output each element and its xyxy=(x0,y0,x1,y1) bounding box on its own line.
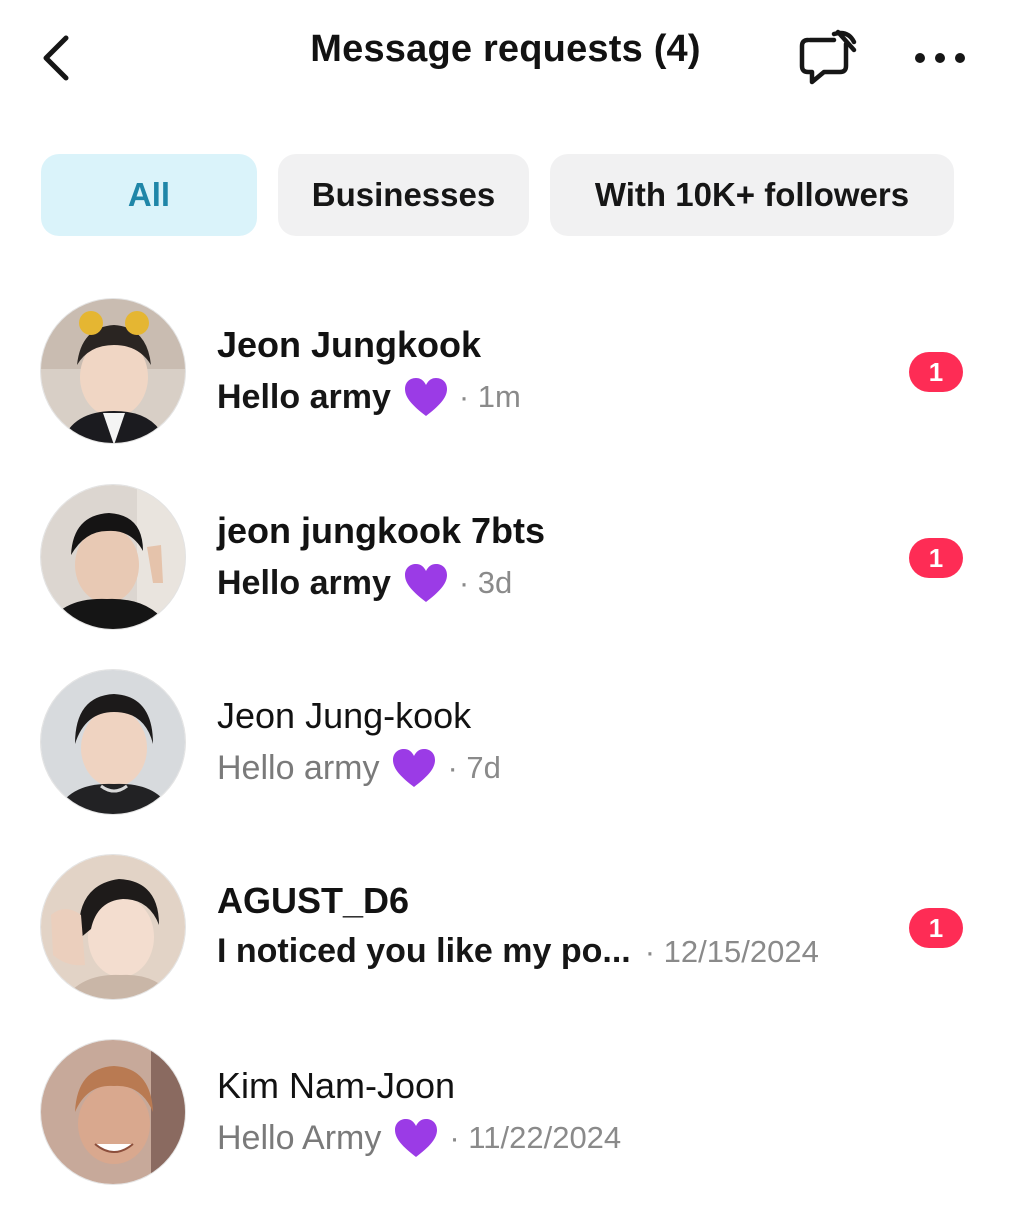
list-item[interactable]: Jeon Jung-kook Hello army · 7d xyxy=(0,669,1011,839)
purple-heart-icon xyxy=(395,1119,438,1157)
unread-badge: 1 xyxy=(909,352,963,392)
message-text: Hello army xyxy=(217,377,391,416)
list-item[interactable]: Kim Nam-Joon Hello Army · 11/22/2024 xyxy=(0,1039,1011,1209)
message-preview: Hello Army · 11/22/2024 xyxy=(217,1117,621,1159)
sender-name: Jeon Jung-kook xyxy=(217,695,472,736)
sender-name: Kim Nam-Joon xyxy=(217,1065,456,1106)
mute-requests-button[interactable] xyxy=(796,26,860,90)
timestamp: · 7d xyxy=(447,750,501,785)
avatar[interactable] xyxy=(40,484,186,630)
timestamp: · 3d xyxy=(458,565,513,600)
avatar[interactable] xyxy=(40,298,186,444)
message-preview: I noticed you like my po... · 12/15/2024 xyxy=(217,932,819,971)
purple-heart-icon xyxy=(404,564,447,602)
header: Message requests (4) xyxy=(0,0,1011,115)
chat-bubble-muted-icon xyxy=(799,29,857,85)
filter-chips: All Businesses With 10K+ followers xyxy=(0,154,1011,238)
message-text: Hello army xyxy=(217,563,391,602)
filter-chip-all[interactable]: All xyxy=(41,154,257,236)
sender-name: AGUST_D6 xyxy=(217,880,410,921)
unread-badge: 1 xyxy=(909,538,963,578)
timestamp: · 11/22/2024 xyxy=(449,1120,622,1155)
timestamp: · 12/15/2024 xyxy=(644,933,819,969)
more-horizontal-icon xyxy=(915,53,965,63)
unread-badge: 1 xyxy=(909,908,963,948)
message-text: I noticed you like my po... xyxy=(217,932,631,970)
sender-name: Jeon Jungkook xyxy=(217,324,482,365)
message-preview: Hello army · 7d xyxy=(217,747,501,789)
message-text: Hello Army xyxy=(217,1118,382,1157)
list-item[interactable]: AGUST_D6 I noticed you like my po... · 1… xyxy=(0,854,1011,1024)
avatar[interactable] xyxy=(40,669,186,815)
avatar[interactable] xyxy=(40,1039,186,1185)
sender-name: jeon jungkook 7bts xyxy=(217,510,546,551)
filter-chip-10k-followers[interactable]: With 10K+ followers xyxy=(550,154,954,236)
purple-heart-icon xyxy=(404,378,447,416)
filter-chip-businesses[interactable]: Businesses xyxy=(278,154,529,236)
message-preview: Hello army · 3d xyxy=(217,562,512,604)
avatar[interactable] xyxy=(40,854,186,1000)
list-item[interactable]: jeon jungkook 7bts Hello army · 3d 1 xyxy=(0,484,1011,654)
timestamp: · 1m xyxy=(458,379,521,414)
message-preview: Hello army · 1m xyxy=(217,376,521,418)
purple-heart-icon xyxy=(393,749,436,787)
message-text: Hello army xyxy=(217,748,380,787)
more-options-button[interactable] xyxy=(910,40,970,76)
list-item[interactable]: Jeon Jungkook Hello army · 1m 1 xyxy=(0,298,1011,468)
